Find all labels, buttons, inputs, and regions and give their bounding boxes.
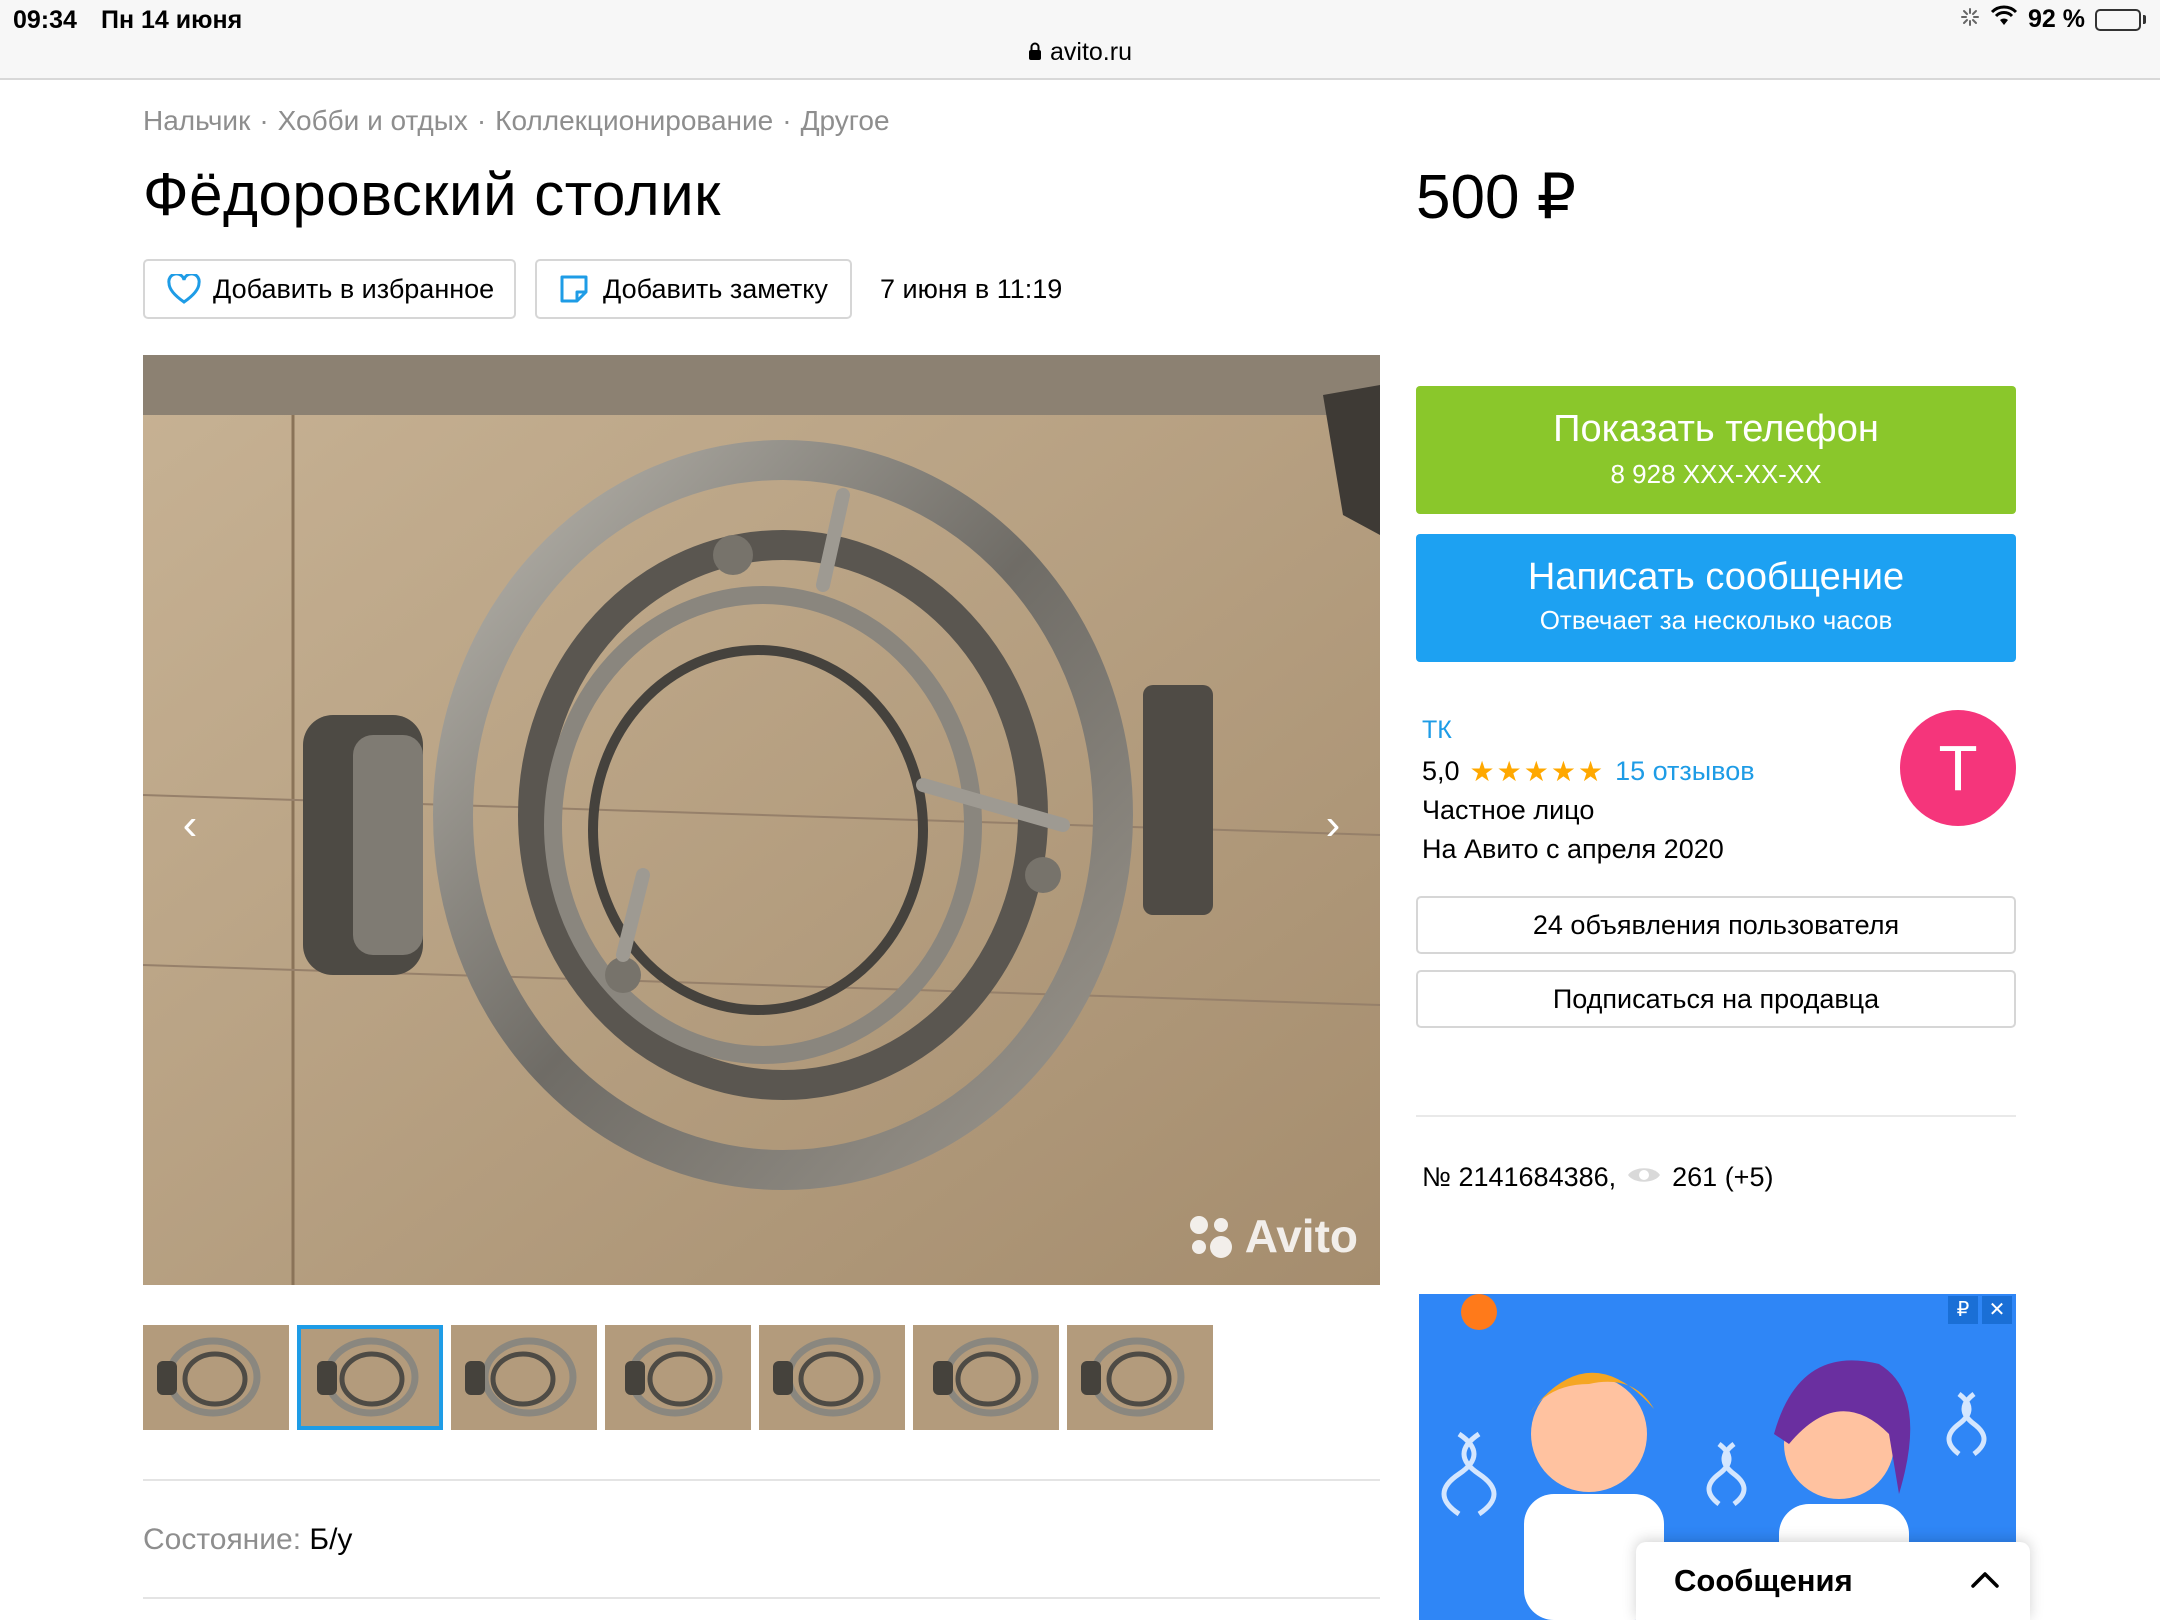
photo-thumbnails — [143, 1325, 1213, 1430]
next-photo-chevron-right-icon[interactable]: › — [1313, 803, 1353, 847]
ad-info-button[interactable]: ₽ — [1948, 1296, 1978, 1324]
battery-icon — [2095, 8, 2146, 31]
url-text: avito.ru — [1050, 38, 1132, 66]
listing-price: 500 ₽ — [1416, 163, 1577, 232]
wifi-icon — [1990, 5, 2018, 34]
divider — [1416, 1115, 2016, 1117]
published-date: 7 июня в 11:19 — [880, 274, 1063, 304]
status-indicators: 92 % — [1960, 5, 2146, 34]
rating-stars-icon: ★★★★★ — [1469, 756, 1606, 787]
address-bar[interactable]: avito.ru — [0, 38, 2160, 67]
condition: Состояние: Б/у — [143, 1523, 352, 1557]
seller-rating: 5,0 ★★★★★ 15 отзывов — [1422, 755, 1755, 788]
browser-status-bar: 09:34 Пн 14 июня 92 % avito.ru — [0, 0, 2160, 80]
add-note-label: Добавить заметку — [603, 273, 828, 304]
breadcrumb-item[interactable]: Коллекционирование — [495, 105, 773, 137]
status-time: 09:34 — [13, 6, 77, 34]
seller-type: Частное лицо — [1422, 795, 1595, 825]
photo-thumbnail[interactable] — [605, 1325, 751, 1430]
item-number: № 2141684386, — [1422, 1162, 1617, 1192]
photo-thumbnail[interactable] — [759, 1325, 905, 1430]
breadcrumb-item[interactable]: Хобби и отдых — [278, 105, 468, 137]
photo-thumbnail[interactable] — [451, 1325, 597, 1430]
battery-percent: 92 % — [2028, 5, 2085, 33]
write-message-label: Написать сообщение — [1527, 556, 1905, 598]
avito-watermark: Avito — [1185, 1209, 1358, 1263]
eye-icon — [1626, 1162, 1662, 1193]
breadcrumb-item[interactable]: Нальчик — [143, 105, 250, 137]
breadcrumb: Нальчик · Хобби и отдых · Коллекциониров… — [143, 105, 890, 137]
activity-spinner-icon — [1960, 5, 1980, 34]
phone-masked: 8 928 XXX-XX-XX — [1610, 459, 1822, 489]
divider — [143, 1479, 1380, 1481]
breadcrumb-item[interactable]: Другое — [801, 105, 890, 137]
views-count: 261 (+5) — [1672, 1162, 1774, 1192]
show-phone-button[interactable]: Показать телефон 8 928 XXX-XX-XX — [1416, 386, 2016, 514]
seller-avatar[interactable]: T — [1900, 710, 2016, 826]
add-note-button[interactable]: Добавить заметку — [535, 259, 852, 319]
subscribe-seller-button[interactable]: Подписаться на продавца — [1416, 970, 2016, 1028]
seller-name-link[interactable]: ТК — [1422, 716, 1452, 745]
reply-time: Отвечает за несколько часов — [1539, 605, 1893, 635]
chevron-up-icon[interactable] — [1970, 1564, 2000, 1598]
main-photo[interactable]: Avito — [143, 355, 1380, 1285]
messages-panel[interactable]: Сообщения — [1636, 1542, 2030, 1620]
reviews-link[interactable]: 15 отзывов — [1615, 756, 1755, 787]
listing-title: Фёдоровский столик — [143, 161, 721, 228]
prev-photo-chevron-left-icon[interactable]: ‹ — [170, 803, 210, 847]
write-message-button[interactable]: Написать сообщение Отвечает за несколько… — [1416, 534, 2016, 662]
status-date: Пн 14 июня — [101, 6, 243, 34]
rating-value: 5,0 — [1422, 756, 1460, 786]
condition-label: Состояние: — [143, 1523, 302, 1556]
photo-thumbnail[interactable] — [143, 1325, 289, 1430]
messages-title: Сообщения — [1674, 1563, 1853, 1598]
add-favorite-button[interactable]: Добавить в избранное — [143, 259, 516, 319]
show-phone-label: Показать телефон — [1553, 408, 1879, 450]
photo-thumbnail[interactable] — [297, 1325, 443, 1430]
heart-icon — [167, 272, 201, 306]
photo-thumbnail[interactable] — [913, 1325, 1059, 1430]
item-meta: № 2141684386, 261 (+5) — [1422, 1162, 1773, 1193]
divider — [143, 1597, 1380, 1599]
photo-thumbnail[interactable] — [1067, 1325, 1213, 1430]
condition-value: Б/у — [309, 1523, 353, 1556]
note-icon — [557, 272, 591, 306]
seller-since: На Авито с апреля 2020 — [1422, 834, 1724, 864]
seller-ads-button[interactable]: 24 объявления пользователя — [1416, 896, 2016, 954]
add-favorite-label: Добавить в избранное — [213, 273, 495, 304]
ad-close-icon[interactable]: ✕ — [1982, 1296, 2012, 1324]
lock-icon — [1028, 38, 1042, 67]
